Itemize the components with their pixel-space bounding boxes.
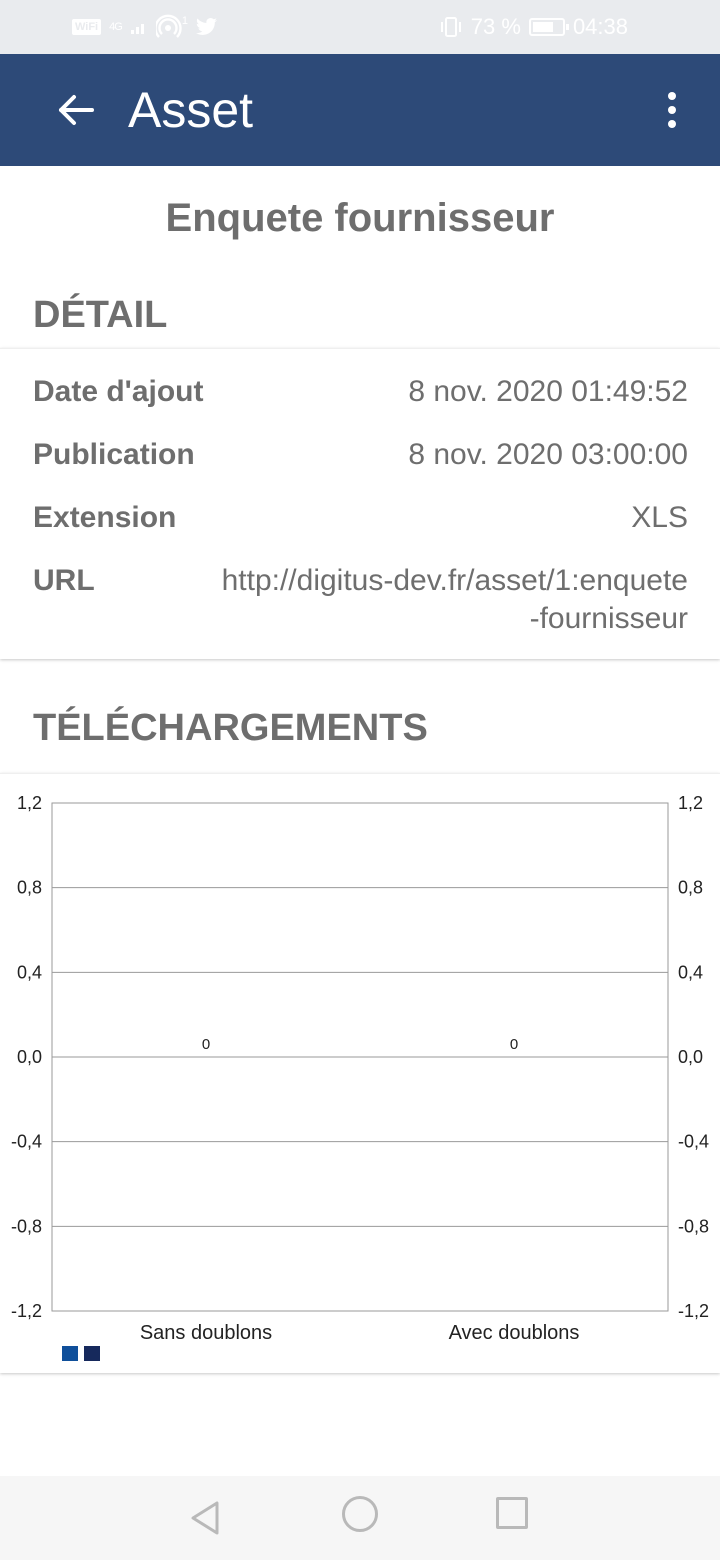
y-tick-label-right: 0,4 bbox=[678, 962, 703, 982]
data-label: 0 bbox=[510, 1036, 518, 1053]
detail-value: 8 nov. 2020 03:00:00 bbox=[408, 438, 688, 471]
status-time: 04:38 bbox=[572, 14, 628, 39]
y-tick-label-right: 1,2 bbox=[678, 793, 703, 813]
overflow-menu-button[interactable] bbox=[648, 84, 696, 136]
url-link[interactable]: http://digitus-dev.fr/asset/1:enquete -f… bbox=[158, 562, 688, 638]
app-bar-title: Asset bbox=[128, 82, 254, 138]
y-tick-label-right: -0,8 bbox=[678, 1216, 709, 1236]
legend-swatch bbox=[62, 1346, 78, 1361]
status-right-icons: 73 % 04:38 bbox=[439, 14, 628, 40]
y-tick-label-right: -1,2 bbox=[678, 1301, 709, 1321]
y-tick-label-left: 0,4 bbox=[17, 962, 42, 982]
detail-row-url: URL http://digitus-dev.fr/asset/1:enquet… bbox=[33, 562, 688, 642]
vibrate-icon bbox=[440, 17, 461, 37]
y-tick-label-right: 0,0 bbox=[678, 1047, 703, 1067]
x-tick-label: Sans doublons bbox=[140, 1322, 272, 1344]
twitter-icon bbox=[195, 18, 217, 35]
detail-section-title: DÉTAIL bbox=[33, 294, 168, 336]
downloads-chart-card: 1,2 1,2 0,8 0,8 0,4 0,4 0,0 0,0 -0,4 -0,4 -0,8 -0,8… bbox=[0, 773, 720, 1373]
url-line: http://digitus-dev.fr/asset/1:enquete bbox=[221, 564, 688, 597]
detail-label: Date d'ajout bbox=[33, 375, 204, 408]
detail-label: URL bbox=[33, 564, 95, 597]
square-recents-icon[interactable] bbox=[496, 1497, 528, 1529]
y-tick-label-left: -0,8 bbox=[11, 1216, 42, 1236]
battery-percent: 73 % bbox=[470, 14, 521, 39]
battery-icon bbox=[528, 18, 569, 36]
more-vertical-icon bbox=[668, 120, 676, 128]
y-tick-label-left: 1,2 bbox=[17, 793, 42, 813]
y-tick-label-right: 0,8 bbox=[678, 878, 703, 898]
y-tick-label-left: -0,4 bbox=[11, 1132, 42, 1152]
legend-swatch bbox=[84, 1346, 100, 1361]
detail-value: 8 nov. 2020 01:49:52 bbox=[408, 375, 688, 408]
network-label: 4G bbox=[109, 21, 123, 33]
detail-label: Publication bbox=[33, 438, 195, 471]
x-tick-label: Avec doublons bbox=[449, 1322, 580, 1344]
url-line: -fournisseur bbox=[529, 602, 688, 635]
more-vertical-icon bbox=[668, 92, 676, 100]
wifi-badge: WiFi bbox=[72, 19, 102, 35]
more-vertical-icon bbox=[668, 106, 676, 114]
app-bar: Asset bbox=[0, 54, 720, 166]
downloads-chart: 1,2 1,2 0,8 0,8 0,4 0,4 0,0 0,0 -0,4 -0,4 -0,8 -0,8… bbox=[11, 793, 709, 1361]
signal-icon bbox=[130, 24, 144, 34]
hotspot-icon bbox=[155, 14, 182, 38]
y-tick-label-left: -1,2 bbox=[11, 1301, 42, 1321]
downloads-section-title: TÉLÉCHARGEMENTS bbox=[33, 707, 428, 749]
status-left-icons: WiFi 4G 1 bbox=[72, 14, 218, 40]
status-bar: WiFi 4G 1 73 % 04:38 bbox=[0, 0, 720, 54]
y-tick-label-left: 0,8 bbox=[17, 878, 42, 898]
data-label: 0 bbox=[202, 1036, 210, 1053]
back-button[interactable] bbox=[46, 78, 110, 142]
y-tick-label-left: 0,0 bbox=[17, 1047, 42, 1067]
arrow-left-icon bbox=[59, 95, 94, 125]
detail-value: XLS bbox=[631, 501, 688, 534]
system-nav-bar bbox=[0, 1476, 720, 1560]
circle-home-icon[interactable] bbox=[342, 1496, 378, 1532]
detail-card: Date d'ajout 8 nov. 2020 01:49:52 Public… bbox=[0, 348, 720, 659]
asset-title: Enquete fournisseur bbox=[165, 196, 555, 240]
detail-label: Extension bbox=[33, 501, 177, 534]
hotspot-count: 1 bbox=[181, 15, 188, 27]
y-tick-label-right: -0,4 bbox=[678, 1132, 709, 1152]
triangle-back-icon[interactable] bbox=[186, 1498, 226, 1538]
